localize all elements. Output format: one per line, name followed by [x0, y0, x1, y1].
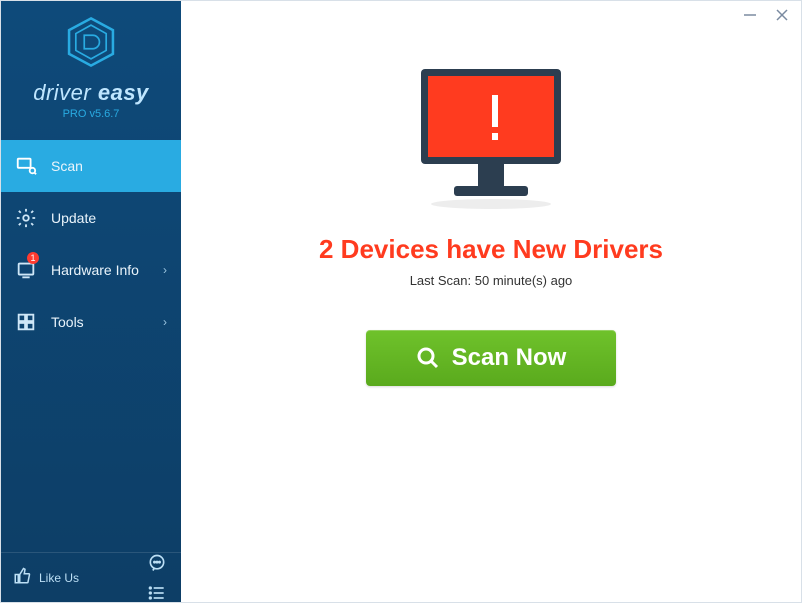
content-area: 2 Devices have New Drivers Last Scan: 50…: [181, 31, 801, 602]
sidebar-item-hardware-info[interactable]: 1 Hardware Info ›: [1, 244, 181, 296]
scan-icon: [15, 155, 37, 177]
sidebar-nav: Scan Update 1: [1, 140, 181, 348]
feedback-button[interactable]: [145, 551, 169, 575]
sidebar: driver easy PRO v5.6.7 Scan: [1, 1, 181, 602]
scan-now-button[interactable]: Scan Now: [366, 330, 617, 386]
list-icon: [147, 583, 167, 603]
app-logo-icon: [64, 15, 118, 69]
menu-button[interactable]: [145, 581, 169, 605]
brand-name: driver easy: [1, 80, 181, 106]
last-scan-text: Last Scan: 50 minute(s) ago: [410, 273, 573, 288]
app-window: driver easy PRO v5.6.7 Scan: [0, 0, 802, 603]
status-illustration: [406, 61, 576, 216]
hardware-badge: 1: [27, 252, 39, 264]
tools-icon: [15, 311, 37, 333]
titlebar: [181, 1, 801, 31]
chevron-right-icon: ›: [163, 315, 167, 329]
minimize-icon: [743, 8, 757, 22]
chat-icon: [147, 553, 167, 573]
close-icon: [775, 8, 789, 22]
sidebar-item-label: Hardware Info: [51, 262, 139, 278]
like-us-button[interactable]: Like Us: [13, 567, 79, 588]
sidebar-item-label: Update: [51, 210, 96, 226]
sidebar-item-update[interactable]: Update: [1, 192, 181, 244]
sidebar-item-label: Tools: [51, 314, 84, 330]
sidebar-footer: Like Us: [1, 552, 181, 602]
close-button[interactable]: [775, 8, 789, 24]
brand-word-1: driver: [33, 80, 91, 105]
minimize-button[interactable]: [743, 8, 757, 24]
footer-right: [145, 551, 169, 605]
sidebar-item-tools[interactable]: Tools ›: [1, 296, 181, 348]
sidebar-item-scan[interactable]: Scan: [1, 140, 181, 192]
monitor-alert-icon: [406, 61, 576, 211]
chevron-right-icon: ›: [163, 263, 167, 277]
version-label: PRO v5.6.7: [1, 108, 181, 120]
status-title: 2 Devices have New Drivers: [319, 234, 663, 265]
sidebar-item-label: Scan: [51, 158, 83, 174]
gear-icon: [15, 207, 37, 229]
brand-word-2: easy: [98, 80, 149, 105]
like-us-label: Like Us: [39, 571, 79, 585]
scan-button-label: Scan Now: [452, 344, 567, 372]
main-panel: 2 Devices have New Drivers Last Scan: 50…: [181, 1, 801, 602]
thumbs-up-icon: [13, 567, 31, 588]
logo-area: driver easy PRO v5.6.7: [1, 1, 181, 128]
search-icon: [416, 346, 440, 370]
